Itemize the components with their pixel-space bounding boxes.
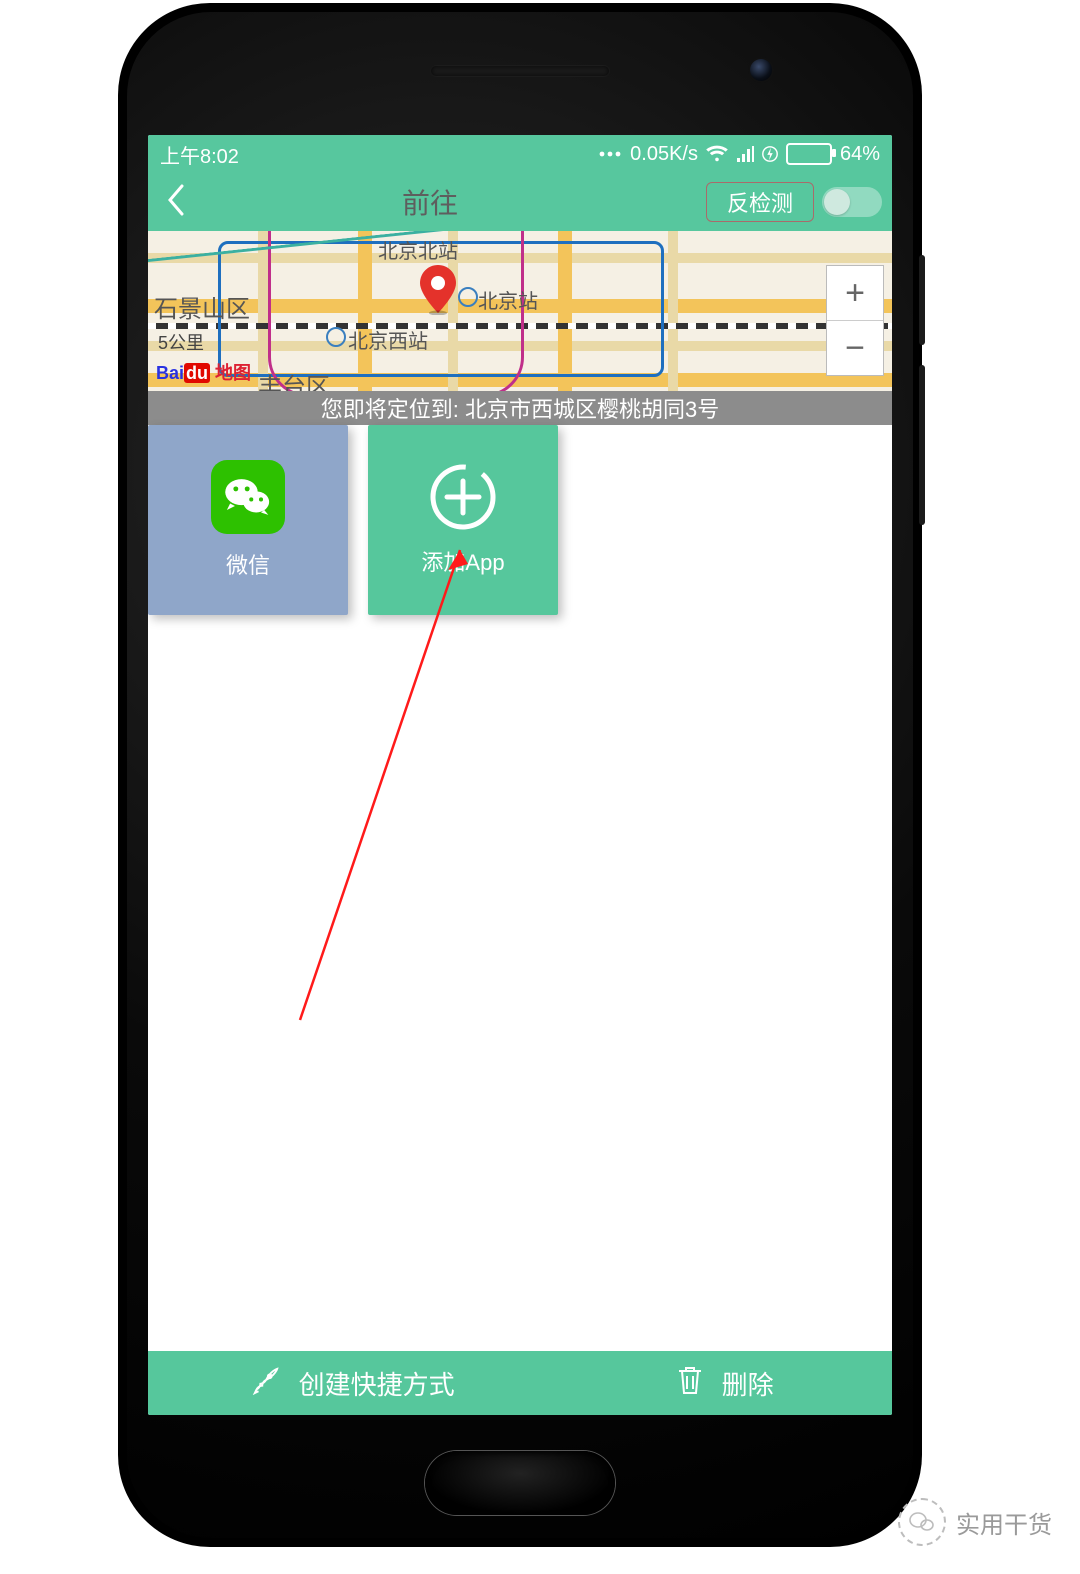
- baidu-logo: Baidu 地图: [156, 359, 251, 385]
- side-button: [919, 255, 925, 345]
- create-shortcut-label: 创建快捷方式: [299, 1365, 455, 1402]
- bottom-bar: 创建快捷方式 删除: [148, 1351, 892, 1415]
- map-label: 北京西站: [348, 325, 428, 354]
- delete-button[interactable]: 删除: [557, 1365, 892, 1402]
- tile-label: 微信: [226, 548, 270, 580]
- front-camera: [750, 59, 772, 81]
- tile-add-app[interactable]: 添加App: [368, 425, 558, 615]
- battery-icon: [786, 143, 832, 165]
- phone-frame: 上午8:02 0.05K/s 64%: [120, 5, 920, 1545]
- status-bar: 上午8:02 0.05K/s 64%: [148, 135, 892, 173]
- location-banner: 您即将定位到: 北京市西城区樱桃胡同3号: [148, 391, 892, 425]
- map-label: 丰台区: [258, 367, 330, 391]
- watermark-text: 实用干货: [956, 1505, 1052, 1540]
- create-shortcut-button[interactable]: 创建快捷方式: [148, 1365, 557, 1402]
- charging-icon: [762, 145, 778, 163]
- tile-wechat[interactable]: 微信: [148, 425, 348, 615]
- signal-icon: [736, 145, 754, 163]
- zoom-out-button[interactable]: −: [827, 320, 883, 375]
- zoom-control: + −: [826, 265, 884, 376]
- wechat-icon: [211, 460, 285, 534]
- anti-detect-chip[interactable]: 反检测: [706, 182, 814, 222]
- dots-icon: [598, 149, 622, 159]
- map-label: 石景山区: [154, 289, 250, 324]
- map-pin-icon: [418, 265, 458, 305]
- map[interactable]: 石景山区 北京北站 北京站 北京西站 丰台区 + − 5公里 Baidu 地图: [148, 231, 892, 391]
- trash-icon: [676, 1365, 704, 1402]
- status-netspeed: 0.05K/s: [630, 143, 698, 166]
- watermark-icon: [898, 1498, 946, 1546]
- home-button[interactable]: [425, 1451, 615, 1515]
- map-scale: 5公里: [158, 329, 204, 355]
- earpiece: [430, 65, 610, 77]
- delete-label: 删除: [722, 1365, 774, 1402]
- app-tiles: 微信 添加App: [148, 425, 892, 615]
- plus-circle-icon: [429, 463, 497, 531]
- page-title: 前往: [162, 182, 698, 222]
- status-time: 上午8:02: [160, 140, 239, 169]
- map-label: 北京站: [478, 285, 538, 314]
- map-label: 北京北站: [378, 235, 458, 264]
- toggle-switch[interactable]: [822, 187, 882, 217]
- side-button: [919, 365, 925, 525]
- rocket-icon: [251, 1365, 281, 1402]
- status-battery-pct: 64%: [840, 143, 880, 166]
- watermark: 实用干货: [898, 1498, 1052, 1546]
- screen: 上午8:02 0.05K/s 64%: [148, 135, 892, 1415]
- tile-label: 添加App: [421, 545, 504, 577]
- wifi-icon: [706, 145, 728, 163]
- zoom-in-button[interactable]: +: [827, 266, 883, 320]
- app-bar: 前往 反检测: [148, 173, 892, 231]
